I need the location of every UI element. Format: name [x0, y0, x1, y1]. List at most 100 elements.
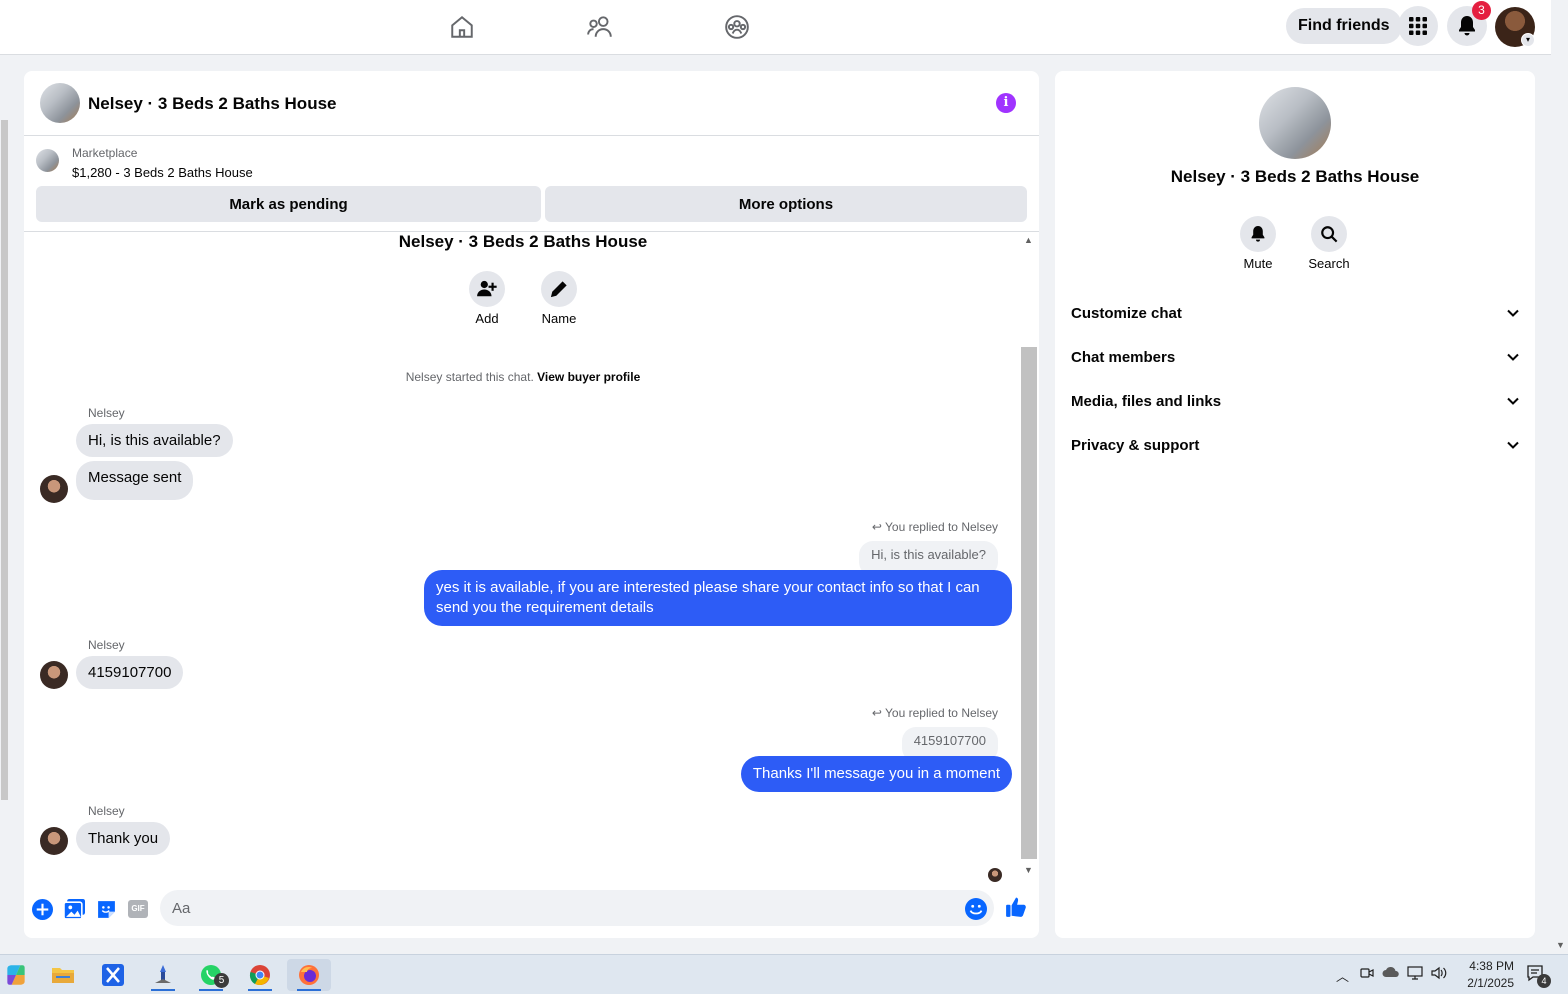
chevron-down-icon [1507, 309, 1519, 317]
running-indicator [248, 989, 272, 991]
running-indicator [151, 989, 175, 991]
add-label: Add [475, 311, 499, 326]
section-label: Privacy & support [1071, 436, 1200, 454]
app-icon-tool[interactable] [143, 959, 183, 991]
notification-center-badge: 4 [1537, 974, 1551, 988]
listing-thumbnail[interactable] [36, 149, 59, 172]
chat-title[interactable]: Nelsey · 3 Beds 2 Baths House [88, 94, 336, 114]
reply-label: You replied to Nelsey [885, 520, 998, 534]
notification-center-icon[interactable]: 4 [1526, 964, 1551, 988]
sticker-icon[interactable] [95, 898, 117, 920]
add-person-icon [477, 280, 497, 297]
thumbs-up-icon[interactable] [1005, 896, 1027, 918]
name-button[interactable] [541, 271, 577, 307]
network-icon[interactable] [1407, 966, 1423, 983]
running-indicator [297, 989, 321, 991]
camera-icon[interactable] [1360, 966, 1374, 983]
customize-chat-section[interactable]: Customize chat [1071, 295, 1519, 331]
chat-header: Nelsey · 3 Beds 2 Baths House i [24, 71, 1039, 136]
outgoing-message[interactable]: Thanks I'll message you in a moment [740, 756, 1012, 792]
chat-members-section[interactable]: Chat members [1071, 339, 1519, 375]
scroll-up-arrow-icon[interactable]: ▲ [1024, 235, 1033, 245]
page-scrollbar[interactable]: ▼ [1551, 0, 1568, 954]
photo-icon[interactable] [63, 898, 85, 920]
home-icon[interactable] [445, 10, 479, 44]
chevron-down-icon [1507, 441, 1519, 449]
listing-price-title[interactable]: $1,280 - 3 Beds 2 Baths House [72, 165, 253, 180]
reply-label: You replied to Nelsey [885, 706, 998, 720]
scrollbar-thumb[interactable] [1, 120, 8, 800]
add-button[interactable] [469, 271, 505, 307]
whatsapp-icon[interactable]: 5 [191, 959, 231, 991]
whatsapp-badge: 5 [214, 973, 229, 988]
show-hidden-icons-chevron-icon[interactable]: ︿ [1336, 966, 1349, 985]
mark-as-pending-button[interactable]: Mark as pending [36, 186, 541, 222]
sender-name: Nelsey [88, 638, 125, 652]
pencil-icon [550, 281, 567, 298]
incoming-message[interactable]: 4159107700 [76, 656, 184, 689]
chat-started-text: Nelsey started this chat. [405, 370, 534, 384]
listing-avatar-large[interactable] [1259, 87, 1331, 159]
incoming-message[interactable]: Hi, is this available? [76, 424, 233, 457]
chevron-down-icon [1507, 353, 1519, 361]
sender-name: Nelsey [88, 804, 125, 818]
mute-button[interactable] [1240, 216, 1276, 252]
message-composer: GIF [24, 885, 1039, 938]
search-label: Search [1308, 256, 1350, 271]
section-label: Media, files and links [1071, 392, 1222, 410]
left-scrollbar[interactable] [0, 100, 9, 820]
reply-indicator: ↩︎ You replied to Nelsey [872, 520, 998, 534]
incoming-message[interactable]: Message sent [76, 461, 194, 500]
search-button[interactable] [1311, 216, 1347, 252]
conversation-title: Nelsey · 3 Beds 2 Baths House [398, 233, 648, 251]
running-indicator [199, 989, 223, 991]
gif-icon[interactable]: GIF [127, 898, 149, 920]
sender-name: Nelsey [88, 406, 125, 420]
friends-icon[interactable] [583, 10, 617, 44]
file-explorer-icon[interactable] [43, 959, 83, 991]
groups-icon[interactable] [720, 10, 754, 44]
scrollbar-thumb[interactable] [1021, 347, 1037, 859]
sender-avatar[interactable] [40, 661, 68, 689]
scroll-down-arrow-icon[interactable]: ▼ [1024, 865, 1033, 875]
copilot-icon[interactable] [0, 959, 36, 991]
notification-count-badge: 3 [1472, 1, 1491, 20]
clock-time: 4:38 PM [1469, 959, 1514, 973]
reply-indicator: ↩︎ You replied to Nelsey [872, 706, 998, 720]
section-label: Chat members [1071, 348, 1176, 366]
scroll-down-arrow-icon[interactable]: ▼ [1556, 940, 1565, 950]
mute-label: Mute [1243, 256, 1273, 271]
side-panel-title: Nelsey · 3 Beds 2 Baths House [1170, 167, 1420, 186]
windows-taskbar: 5 ︿ 4:38 PM 2/1/2025 4 [0, 954, 1568, 994]
chrome-icon[interactable] [240, 959, 280, 991]
onedrive-icon[interactable] [1382, 966, 1400, 981]
volume-icon[interactable] [1431, 966, 1447, 983]
media-files-links-section[interactable]: Media, files and links [1071, 383, 1519, 419]
info-icon[interactable]: i [996, 93, 1016, 113]
seen-indicator-avatar [988, 868, 1002, 882]
chevron-down-icon[interactable]: ▾ [1521, 33, 1535, 47]
incoming-message[interactable]: Thank you [76, 822, 171, 855]
message-scrollbar[interactable]: ▲ ▼ [1020, 233, 1039, 881]
system-clock[interactable]: 4:38 PM 2/1/2025 [1452, 958, 1514, 992]
privacy-support-section[interactable]: Privacy & support [1071, 427, 1519, 463]
clock-date: 2/1/2025 [1467, 976, 1514, 990]
sender-avatar[interactable] [40, 827, 68, 855]
reply-arrow-icon: ↩︎ [871, 706, 886, 720]
menu-grid-button[interactable] [1398, 6, 1438, 46]
search-icon [1321, 226, 1338, 243]
app-icon-blue[interactable] [93, 959, 133, 991]
plus-icon[interactable] [31, 898, 53, 920]
message-input[interactable] [160, 890, 994, 926]
firefox-icon[interactable] [287, 959, 331, 991]
listing-avatar[interactable] [40, 83, 80, 123]
sender-avatar[interactable] [40, 475, 68, 503]
outgoing-message[interactable]: yes it is available, if you are interest… [424, 570, 1012, 626]
more-options-button[interactable]: More options [545, 186, 1027, 222]
view-buyer-profile-link[interactable]: View buyer profile [537, 370, 640, 384]
name-label: Name [541, 311, 577, 326]
top-navigation-bar: Find friends 3 ▾ [0, 0, 1551, 55]
find-friends-button[interactable]: Find friends [1286, 8, 1402, 44]
chat-panel: Nelsey · 3 Beds 2 Baths House i Marketpl… [24, 71, 1039, 938]
emoji-icon[interactable] [965, 898, 987, 920]
